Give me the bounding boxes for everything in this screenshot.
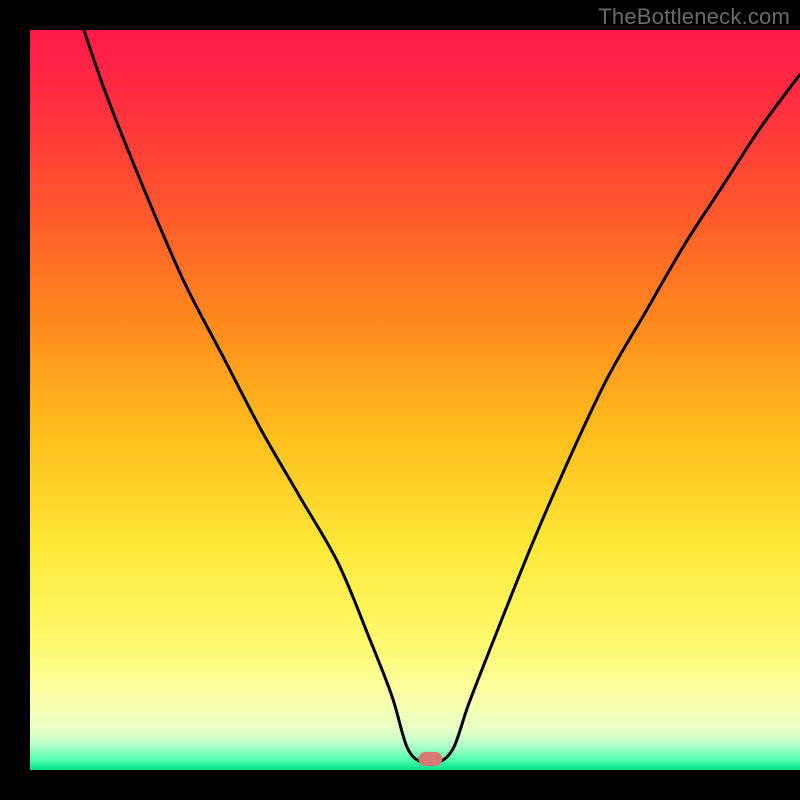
optimum-marker bbox=[418, 752, 442, 766]
watermark-label: TheBottleneck.com bbox=[598, 4, 790, 30]
chart-frame: TheBottleneck.com bbox=[0, 0, 800, 800]
plot-background bbox=[30, 30, 800, 770]
bottleneck-chart bbox=[0, 0, 800, 800]
